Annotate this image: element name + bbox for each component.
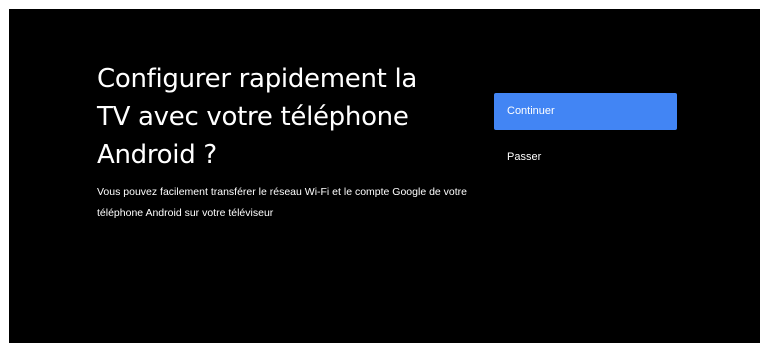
- page-title: Configurer rapidement la TV avec votre t…: [97, 64, 418, 170]
- continue-button[interactable]: Continuer: [494, 93, 677, 130]
- skip-button[interactable]: Passer: [494, 139, 677, 176]
- page-description: Vous pouvez facilement transférer le rés…: [97, 186, 468, 219]
- setup-screen: Configurer rapidement la TV avec votre t…: [9, 9, 760, 343]
